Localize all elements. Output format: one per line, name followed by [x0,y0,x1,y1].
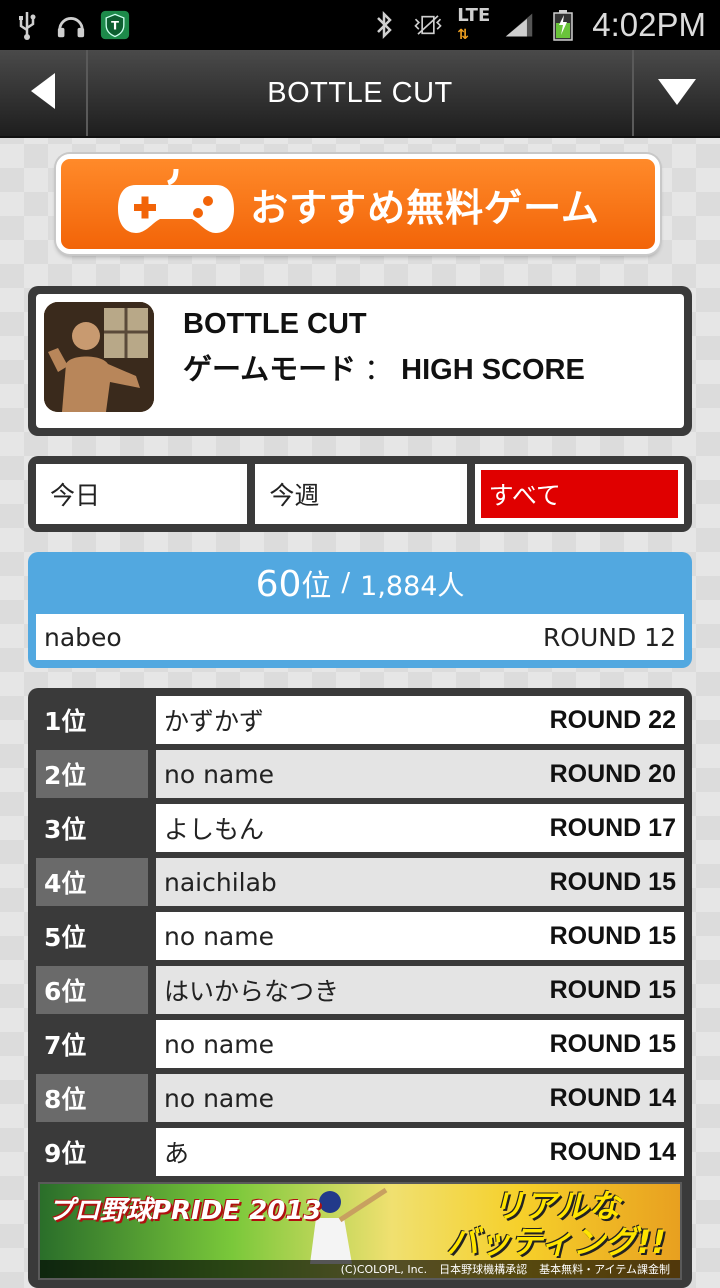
player-score: ROUND 15 [549,975,676,1004]
player-name: よしもん [164,815,265,844]
ad-headline: リアルな バッティング!! [446,1187,666,1261]
rank-position: 6位 [36,966,148,1014]
ad-banner[interactable]: プロ野球PRIDE 2013 リアルな バッティング!! (C)COLOPL, … [38,1182,682,1280]
player-name: はいからなつき [164,977,340,1006]
player-score: ROUND 15 [549,867,676,896]
table-row: 9位 あ ROUND 14 [36,1128,684,1176]
back-button[interactable] [0,50,88,136]
usb-icon [12,10,42,40]
table-row: 3位 よしもん ROUND 17 [36,804,684,852]
headphones-icon [56,10,86,40]
vibrate-icon [413,10,443,40]
gamepad-icon [116,167,236,241]
menu-dropdown-button[interactable] [632,50,720,136]
signal-icon [504,10,534,40]
player-score: ROUND 15 [549,921,676,950]
my-player-name: nabeo [44,622,122,652]
player-name: あ [164,1139,190,1168]
player-score: ROUND 20 [549,759,676,788]
player-score: ROUND 14 [549,1137,676,1166]
game-thumbnail [44,302,154,412]
clock: 4:02PM [592,6,706,43]
ad-footer: (C)COLOPL, Inc. 日本野球機構承認 基本無料・アイテム課金制 [40,1260,680,1278]
tab-all-label: すべて [480,470,678,518]
table-row: 2位 no name ROUND 20 [36,750,684,798]
player-name: no name [164,1029,274,1059]
bluetooth-icon [369,10,399,40]
rank-position: 3位 [36,804,148,852]
page-title: BOTTLE CUT [267,76,453,109]
battery-icon [548,10,578,41]
rank-position: 5位 [36,912,148,960]
player-name: no name [164,759,274,789]
recommended-games-banner[interactable]: おすすめ無料ゲーム [56,154,660,254]
table-row: 5位 no name ROUND 15 [36,912,684,960]
table-row: 1位 かずかず ROUND 22 [36,696,684,744]
rank-position: 1位 [36,696,148,744]
game-info-panel: BOTTLE CUT ゲームモード： HIGH SCORE [28,286,692,436]
svg-text:T: T [111,18,119,32]
rank-position: 2位 [36,750,148,798]
rank-position: 8位 [36,1074,148,1122]
player-name: no name [164,1083,274,1113]
my-player-score: ROUND 12 [542,622,676,652]
my-rank: 60位 [255,564,332,605]
period-tabs: 今日 今週 すべて [28,456,692,532]
player-name: かずかず [164,707,265,736]
tab-today[interactable]: 今日 [36,464,248,524]
table-row: 8位 no name ROUND 14 [36,1074,684,1122]
player-score: ROUND 17 [549,813,676,842]
player-score: ROUND 22 [549,705,676,734]
ad-title: プロ野球PRIDE 2013 [48,1196,322,1226]
player-score: ROUND 14 [549,1083,676,1112]
player-score: ROUND 15 [549,1029,676,1058]
my-rank-row: nabeo ROUND 12 [36,614,684,660]
rank-position: 9位 [36,1128,148,1176]
game-mode: ゲームモード： HIGH SCORE [183,346,585,388]
rank-position: 4位 [36,858,148,906]
game-mode-label: ゲームモード [183,354,357,386]
player-name: naichilab [164,867,277,897]
rank-position: 7位 [36,1020,148,1068]
network-type: LTE ⇅ [457,4,491,43]
my-rank-separator: / [341,568,351,598]
banner-label: おすすめ無料ゲーム [250,185,600,230]
status-bar: T LTE ⇅ 4:02PM [0,0,720,50]
shield-app-icon: T [100,10,130,40]
player-name: no name [164,921,274,951]
table-row: 6位 はいからなつき ROUND 15 [36,966,684,1014]
back-arrow-icon [27,71,59,115]
game-mode-separator: ： [364,354,394,386]
title-bar: BOTTLE CUT [0,50,720,138]
table-row: 4位 naichilab ROUND 15 [36,858,684,906]
my-rank-summary: 60位 / 1,884人 [36,552,684,614]
my-rank-panel: 60位 / 1,884人 nabeo ROUND 12 [28,552,692,668]
game-title: BOTTLE CUT [183,308,367,340]
table-row: 7位 no name ROUND 15 [36,1020,684,1068]
total-players: 1,884人 [360,570,465,602]
dropdown-triangle-icon [656,75,698,111]
game-mode-value: HIGH SCORE [401,354,585,386]
tab-all[interactable]: すべて [474,464,684,524]
tab-this-week[interactable]: 今週 [255,464,467,524]
